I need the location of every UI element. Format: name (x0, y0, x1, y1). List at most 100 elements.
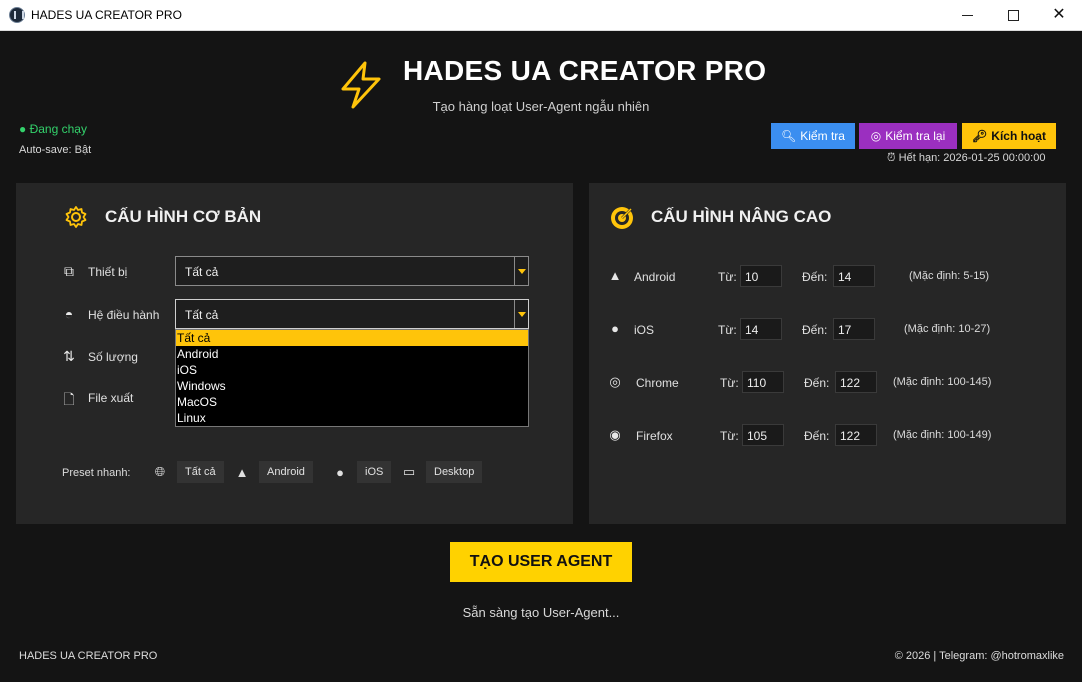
ready-status: Sẵn sàng tạo User-Agent... (462, 605, 620, 620)
preset-desktop-label: Desktop (426, 461, 483, 483)
dropdown-option[interactable]: Linux (176, 410, 528, 426)
to-label: Đến: (804, 429, 830, 443)
check-button-label: Kiểm tra (800, 129, 845, 143)
android-to-input[interactable]: 14 (833, 265, 875, 287)
app-subtitle: Tạo hàng loạt User-Agent ngẫu nhiên (432, 99, 650, 114)
basic-config-title: CẤU HÌNH CƠ BẢN (105, 207, 262, 226)
quantity-label: Số lượng (88, 350, 138, 364)
firefox-icon: ◉ (609, 427, 621, 442)
preset-desktop-button[interactable]: ▭ Desktop (402, 460, 483, 484)
chrome-version-row: ◎ Chrome Từ: 110 Đến: 122 (Mặc định: 100… (589, 371, 1066, 395)
apple-icon: ● (611, 321, 619, 336)
android-version-row: ▲ Android Từ: 10 Đến: 14 (Mặc định: 5-15… (589, 265, 1066, 289)
preset-ios-label: iOS (357, 461, 392, 483)
app-title: HADES UA CREATOR PRO (403, 55, 767, 86)
chrome-name: Chrome (636, 376, 679, 390)
from-label: Từ: (718, 270, 737, 284)
android-name: Android (634, 270, 676, 284)
dropdown-option[interactable]: Android (176, 346, 528, 362)
android-icon: ▲ (608, 268, 622, 283)
device-select-value: Tất cả (185, 265, 219, 279)
expiry-info: ⏰︎ Hết hạn: 2026-01-25 00:00:00 (887, 152, 1045, 165)
from-label: Từ: (720, 376, 739, 390)
footer-credits: © 2026 | Telegram: @hotromaxlike (894, 650, 1064, 662)
file-icon: 🗋︎ (63, 391, 75, 407)
key-icon: 🔑︎ (972, 129, 988, 143)
os-dropdown-list[interactable]: Tất cả Android iOS Windows MacOS Linux (175, 329, 529, 427)
os-label: Hệ điều hành (88, 308, 160, 322)
sort-icon: ⇅ (63, 348, 75, 364)
ios-name: iOS (634, 323, 655, 337)
from-label: Từ: (720, 429, 739, 443)
title-bar: HADES UA CREATOR PRO ✕ (0, 0, 1082, 31)
footer-app-name: HADES UA CREATOR PRO (19, 650, 158, 662)
device-select[interactable]: Tất cả (175, 256, 529, 286)
autosave-status: Auto-save: Bật (19, 144, 92, 156)
android-default-hint: (Mặc định: 5-15) (909, 270, 990, 282)
firefox-name: Firefox (636, 429, 673, 443)
advanced-config-panel: CẤU HÌNH NÂNG CAO ▲ Android Từ: 10 Đến: … (589, 183, 1066, 524)
apple-icon: ● (336, 464, 344, 480)
chevron-down-icon[interactable] (514, 300, 528, 328)
android-from-input[interactable]: 10 (740, 265, 782, 287)
to-label: Đến: (802, 270, 828, 284)
firefox-from-input[interactable]: 105 (742, 424, 784, 446)
preset-android-button[interactable]: ▲ Android (235, 460, 313, 484)
os-select[interactable]: Tất cả (175, 299, 529, 329)
check-button[interactable]: 🔍︎ Kiểm tra (771, 123, 855, 149)
preset-ios-button[interactable]: ● iOS (333, 460, 392, 484)
chrome-to-input[interactable]: 122 (835, 371, 877, 393)
expiry-text: Hết hạn: 2026-01-25 00:00:00 (898, 152, 1046, 164)
chrome-default-hint: (Mặc định: 100-145) (893, 376, 992, 388)
hat-icon: ◓ (64, 306, 74, 322)
window-title: HADES UA CREATOR PRO (31, 8, 182, 22)
chrome-from-input[interactable]: 110 (742, 371, 784, 393)
monitor-icon: ▭ (402, 464, 416, 479)
ios-from-input[interactable]: 14 (740, 318, 782, 340)
firefox-version-row: ◉ Firefox Từ: 105 Đến: 122 (Mặc định: 10… (589, 424, 1066, 448)
create-user-agent-button[interactable]: TẠO USER AGENT (450, 542, 632, 582)
close-icon: ✕ (1052, 6, 1066, 23)
dropdown-option[interactable]: Windows (176, 378, 528, 394)
activate-button[interactable]: 🔑︎ Kích hoạt (962, 123, 1056, 149)
recheck-button[interactable]: ◎ Kiểm tra lại (859, 123, 957, 149)
chevron-down-icon[interactable] (514, 257, 528, 285)
gear-icon (65, 206, 87, 228)
dropdown-option[interactable]: iOS (176, 362, 528, 378)
search-icon: 🔍︎ (781, 129, 797, 143)
activate-button-label: Kích hoạt (991, 129, 1046, 143)
dropdown-option[interactable]: MacOS (176, 394, 528, 410)
android-icon: ▲ (235, 464, 249, 480)
firefox-default-hint: (Mặc định: 100-149) (893, 429, 992, 441)
firefox-to-input[interactable]: 122 (835, 424, 877, 446)
app-icon (9, 7, 25, 23)
preset-android-label: Android (259, 461, 313, 483)
target-icon (611, 207, 633, 229)
device-label: Thiết bị (88, 265, 128, 279)
from-label: Từ: (718, 323, 737, 337)
maximize-button[interactable] (990, 0, 1036, 31)
minimize-icon (961, 15, 973, 16)
os-select-value: Tất cả (185, 308, 219, 322)
alarm-clock-icon: ⏰︎ (887, 152, 896, 164)
file-label: File xuất (88, 391, 134, 405)
ios-version-row: ● iOS Từ: 14 Đến: 17 (Mặc định: 10-27) (589, 318, 1066, 342)
status-indicator: ● Đang chạy (19, 122, 87, 136)
ios-to-input[interactable]: 17 (833, 318, 875, 340)
dropdown-option[interactable]: Tất cả (176, 330, 528, 346)
preset-all-label: Tất cả (177, 461, 224, 483)
globe-icon: 🌐︎ (154, 464, 166, 479)
basic-config-panel: CẤU HÌNH CƠ BẢN ⧉ Thiết bị Tất cả ◓ Hệ đ… (16, 183, 573, 524)
device-icon: ⧉ (64, 263, 74, 279)
to-label: Đến: (804, 376, 830, 390)
close-button[interactable]: ✕ (1036, 0, 1082, 31)
recheck-button-label: Kiểm tra lại (885, 129, 946, 143)
maximize-icon (1007, 10, 1019, 21)
preset-all-button[interactable]: 🌐︎ Tất cả (153, 460, 224, 484)
app-body: HADES UA CREATOR PRO Tạo hàng loạt User-… (1, 31, 1081, 681)
preset-label: Preset nhanh: (62, 467, 131, 479)
refresh-icon: ◎ (870, 129, 882, 143)
ios-default-hint: (Mặc định: 10-27) (904, 323, 991, 335)
minimize-button[interactable] (944, 0, 990, 31)
chrome-icon: ◎ (609, 374, 621, 389)
